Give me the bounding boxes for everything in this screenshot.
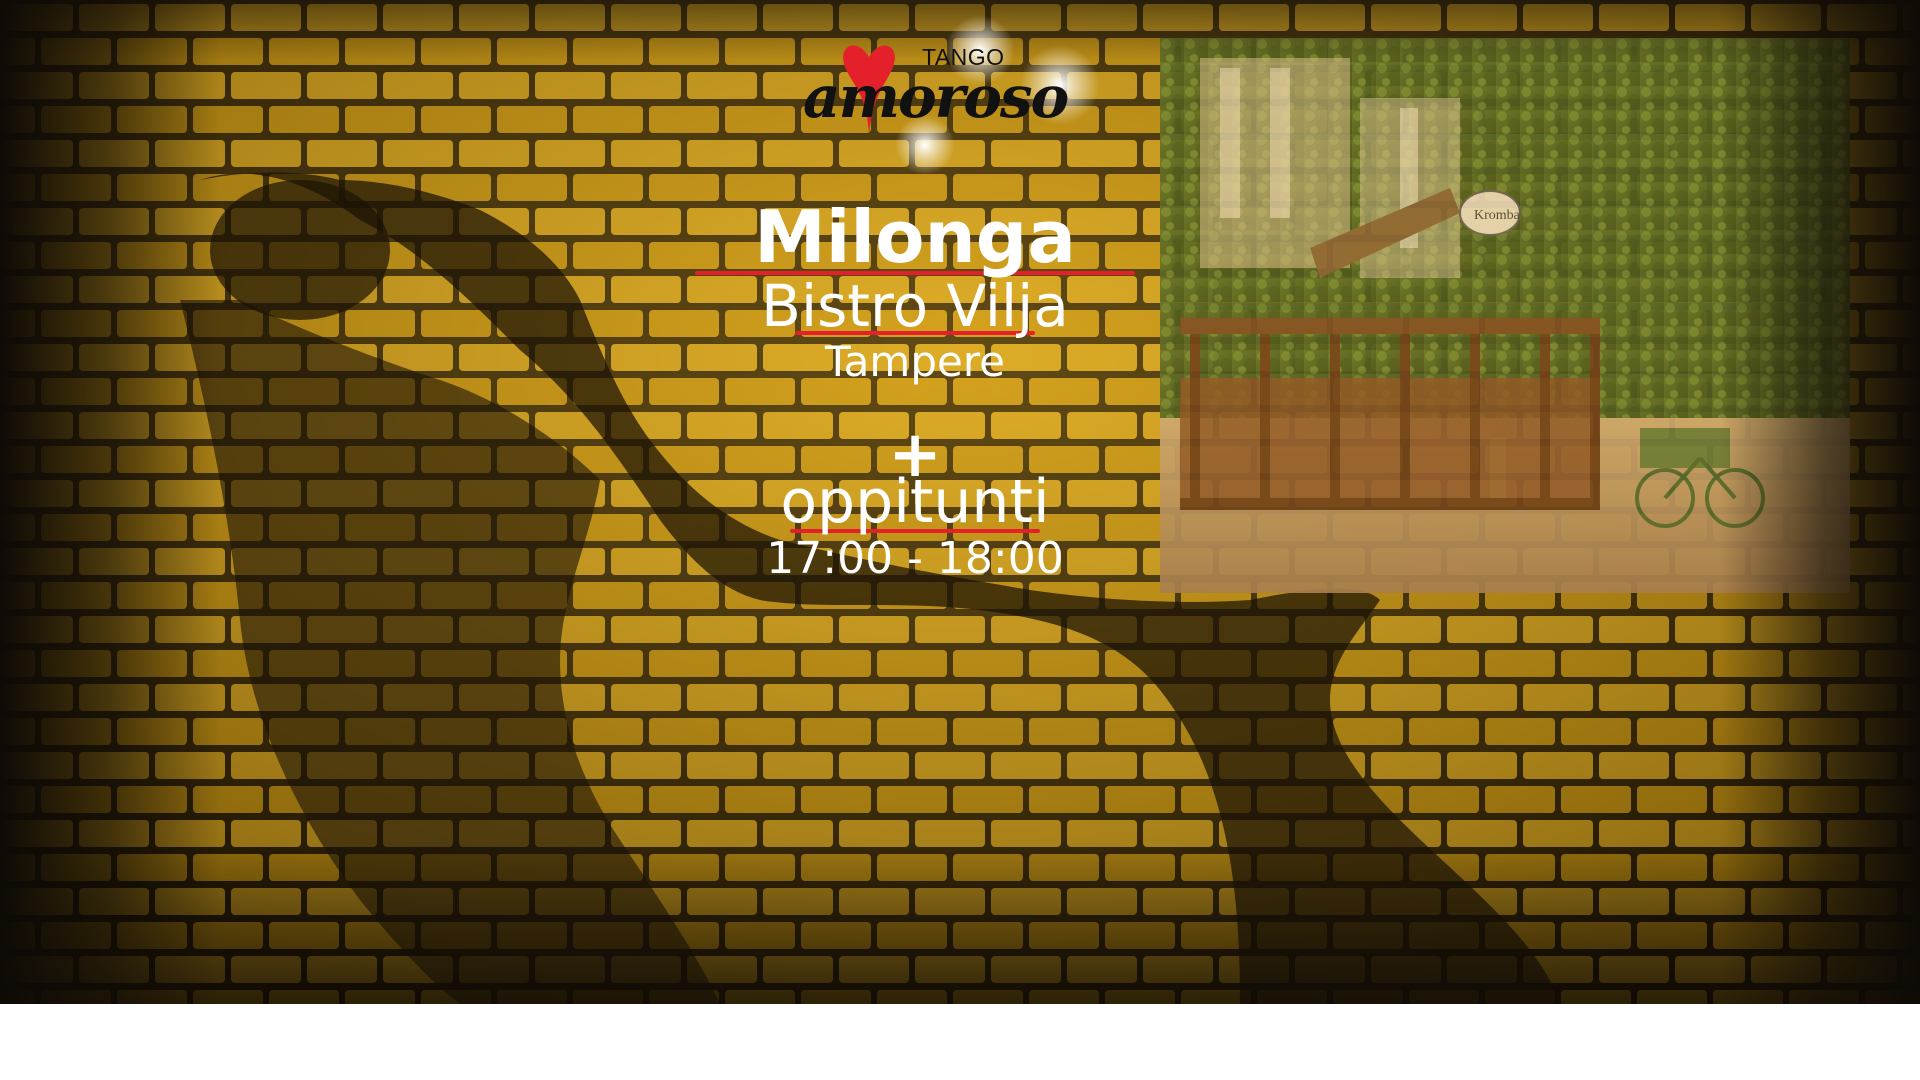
left-vignette (0, 0, 220, 1004)
logo-amoroso-text: amoroso (803, 63, 1069, 131)
lesson-time: 17:00 - 18:00 (766, 533, 1064, 584)
event-details: Milonga Bistro Vilja Tampere + oppitunti… (680, 195, 1150, 585)
event-poster: Kromba TANGO amoroso Milonga Bistro Vilj… (0, 0, 1920, 1004)
event-title: Milonga (754, 195, 1076, 279)
tango-amoroso-logo: TANGO amoroso (795, 15, 1100, 175)
lesson-label: oppitunti (780, 467, 1050, 537)
right-vignette (1720, 0, 1920, 1004)
bottom-vignette (0, 844, 1920, 1004)
city-name: Tampere (824, 337, 1006, 386)
venue-name: Bistro Vilja (761, 272, 1069, 340)
